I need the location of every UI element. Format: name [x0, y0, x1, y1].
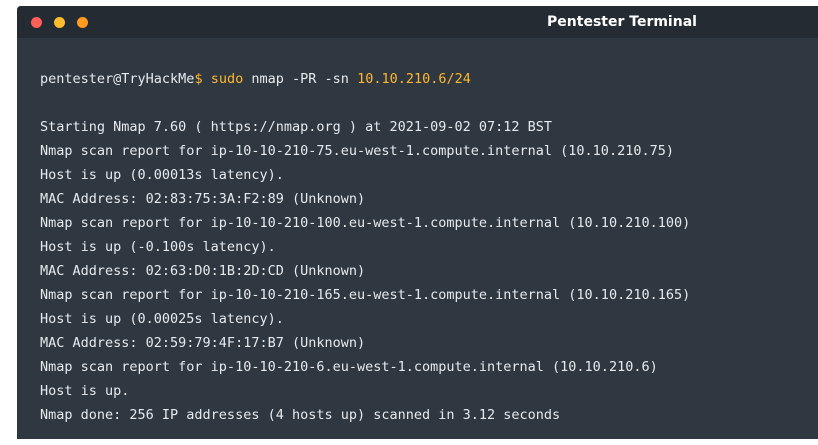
output-line: Starting Nmap 7.60 ( https://nmap.org ) …: [40, 119, 553, 135]
output-line: Nmap scan report for ip-10-10-210-100.eu…: [40, 215, 691, 231]
command-line: pentester@TryHackMe$ sudo nmap -PR -sn 1…: [40, 67, 818, 91]
output-line: Nmap scan report for ip-10-10-210-6.eu-w…: [40, 359, 658, 375]
title-bar: Pentester Terminal: [17, 6, 818, 38]
window-title: Pentester Terminal: [547, 14, 697, 30]
output-line: MAC Address: 02:83:75:3A:F2:89 (Unknown): [40, 191, 366, 207]
terminal-window: Pentester Terminal pentester@TryHackMe$ …: [17, 6, 818, 439]
command-sudo: sudo: [210, 71, 244, 87]
prompt-sign: $: [194, 71, 203, 87]
output-line: MAC Address: 02:63:D0:1B:2D:CD (Unknown): [40, 263, 366, 279]
output-line: MAC Address: 02:59:79:4F:17:B7 (Unknown): [40, 335, 366, 351]
output-line: Host is up (0.00013s latency).: [40, 167, 284, 183]
terminal-output[interactable]: pentester@TryHackMe$ sudo nmap -PR -sn 1…: [40, 67, 818, 427]
prompt-user-host: pentester@TryHackMe: [40, 71, 195, 87]
minimize-window-button[interactable]: [54, 17, 65, 28]
command-target: 10.10.210.6/24: [357, 71, 471, 87]
maximize-window-button[interactable]: [77, 17, 88, 28]
output-line: Nmap scan report for ip-10-10-210-75.eu-…: [40, 143, 674, 159]
output-line: Nmap scan report for ip-10-10-210-165.eu…: [40, 287, 691, 303]
command-text: nmap -PR -sn: [251, 71, 349, 87]
output-line: Host is up (-0.100s latency).: [40, 239, 276, 255]
close-window-button[interactable]: [31, 17, 42, 28]
output-line: Host is up.: [40, 383, 130, 399]
output-line: Host is up (0.00025s latency).: [40, 311, 284, 327]
output-line: Nmap done: 256 IP addresses (4 hosts up)…: [40, 407, 561, 423]
